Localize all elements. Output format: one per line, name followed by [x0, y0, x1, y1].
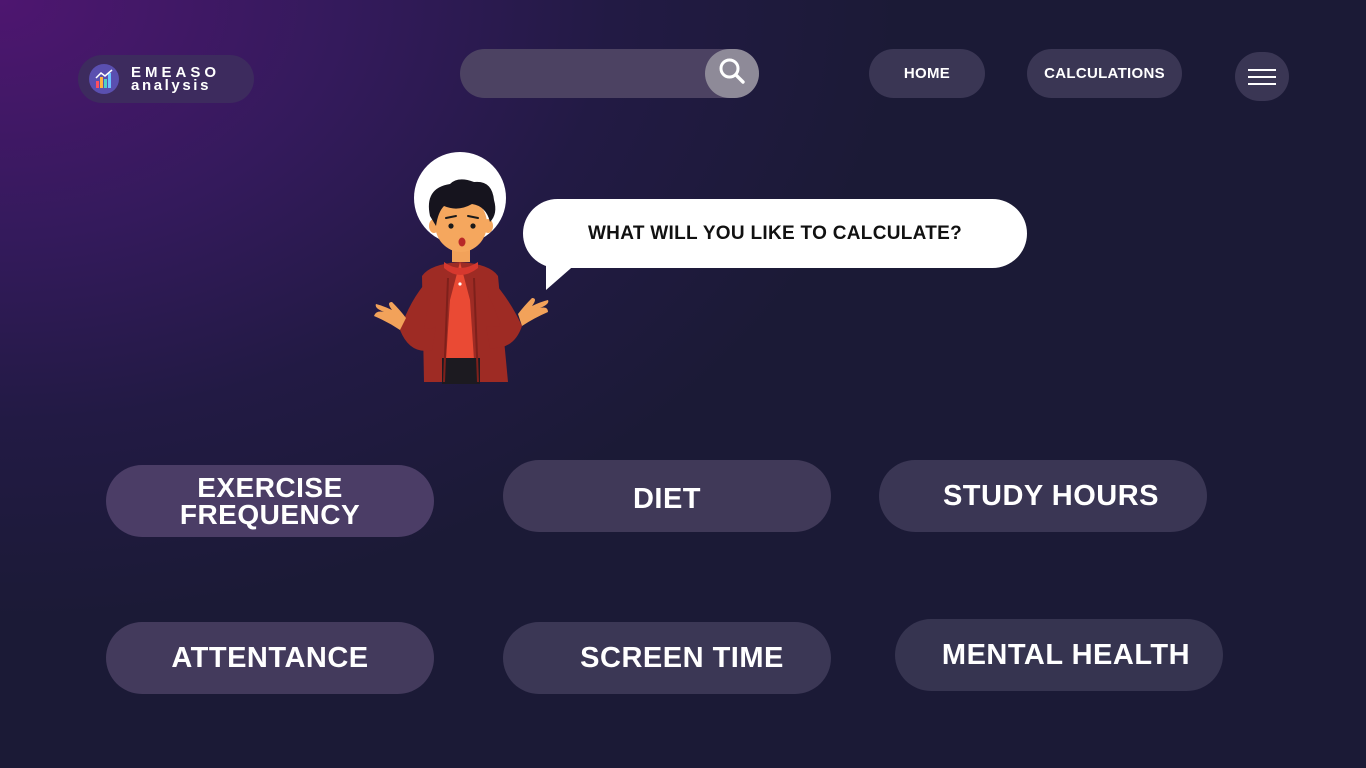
- exercise-frequency-label-line2: FREQUENCY: [179, 499, 361, 530]
- attendance-button[interactable]: ATTENTANCE: [106, 622, 434, 694]
- mental-health-label: MENTAL HEALTH: [941, 638, 1191, 671]
- screen-time-label: SCREEN TIME: [580, 641, 784, 674]
- menu-button[interactable]: [1235, 52, 1289, 101]
- search-icon: [717, 56, 747, 91]
- search-bar: [460, 49, 759, 98]
- logo-text: EMEASO analysis: [131, 65, 220, 93]
- study-hours-label: STUDY HOURS: [942, 479, 1160, 512]
- hamburger-menu-icon: [1248, 64, 1276, 90]
- diet-button[interactable]: DIET: [503, 460, 831, 532]
- attendance-label: ATTENTANCE: [171, 641, 369, 674]
- nav-calculations-button[interactable]: CALCULATIONS: [1027, 49, 1182, 98]
- calculate-prompt: WHAT WILL YOU LIKE TO CALCULATE?: [587, 222, 963, 244]
- search-input[interactable]: [460, 49, 710, 98]
- nav-home-button[interactable]: HOME: [869, 49, 985, 98]
- mental-health-button[interactable]: MENTAL HEALTH: [895, 619, 1223, 691]
- exercise-frequency-button[interactable]: EXERCISE FREQUENCY: [106, 465, 434, 537]
- speech-bubble: WHAT WILL YOU LIKE TO CALCULATE?: [523, 199, 1027, 268]
- logo[interactable]: EMEASO analysis: [78, 55, 254, 103]
- search-button[interactable]: [705, 49, 759, 98]
- logo-tagline: analysis: [131, 77, 212, 94]
- bar-chart-icon: [89, 64, 119, 94]
- study-hours-button[interactable]: STUDY HOURS: [879, 460, 1207, 532]
- screen-time-button[interactable]: SCREEN TIME: [503, 622, 831, 694]
- exercise-frequency-label-line1: EXERCISE: [197, 471, 343, 503]
- diet-label: DIET: [632, 482, 702, 515]
